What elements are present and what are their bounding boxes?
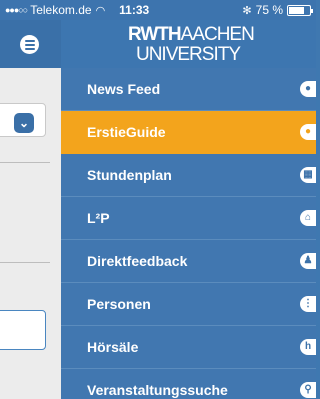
background-input-box[interactable] — [0, 310, 46, 350]
menu-line — [24, 39, 35, 42]
battery-icon — [287, 4, 313, 16]
menu-item-label: News Feed — [87, 81, 161, 97]
status-bar: ●●●○○ Telekom.de ◠ 11:33 ✻ 75 % — [0, 0, 316, 20]
bridge-icon: ⌂ — [300, 210, 316, 226]
speech-bubble-icon: ● — [300, 81, 316, 97]
app-header: RWTHAACHEN UNIVERSITY — [61, 20, 316, 68]
hamburger-menu-button[interactable] — [20, 35, 39, 54]
menu-item[interactable]: Direktfeedback ♟ — [61, 240, 316, 283]
signal-strength-icon: ●●●○○ — [5, 5, 28, 15]
search-icon: ⚲ — [300, 382, 316, 398]
menu-item-label: Personen — [87, 296, 151, 312]
chevron-down-icon[interactable]: ⌄ — [14, 113, 34, 133]
menu-item[interactable]: L²P ⌂ — [61, 197, 316, 240]
contact-icon: ⋮ — [300, 296, 316, 312]
navigation-menu: News Feed ● ErstieGuide ● Stundenplan ▦ L²P ⌂ Di… — [61, 68, 316, 399]
menu-item-label: Hörsäle — [87, 339, 139, 355]
logo-university-text: UNIVERSITY — [135, 44, 241, 65]
menu-line — [24, 47, 35, 50]
rwth-aachen-logo: RWTHAACHEN UNIVERSITY — [128, 24, 255, 65]
calendar-icon: ▦ — [300, 167, 316, 183]
menu-item[interactable]: ErstieGuide ● — [61, 111, 316, 154]
menu-item[interactable]: Personen ⋮ — [61, 283, 316, 326]
menu-item-label: Direktfeedback — [87, 253, 188, 269]
menu-item[interactable]: Veranstaltungssuche ⚲ — [61, 369, 316, 399]
battery-level — [289, 6, 304, 14]
menu-line — [24, 43, 35, 46]
wifi-icon: ◠ — [95, 4, 106, 17]
background-page: ⌄ — [0, 68, 61, 399]
menu-item-label: Veranstaltungssuche — [87, 382, 228, 398]
logo-rwth-text: RWTH — [128, 24, 182, 45]
menu-item-label: Stundenplan — [87, 167, 172, 183]
menu-item[interactable]: Hörsäle h — [61, 326, 316, 369]
divider — [0, 162, 50, 163]
clock: 11:33 — [119, 3, 150, 17]
lecture-hall-icon: h — [300, 339, 316, 355]
menu-item[interactable]: News Feed ● — [61, 68, 316, 111]
divider — [0, 262, 50, 263]
menu-item-label: ErstieGuide — [87, 124, 166, 140]
left-header — [0, 20, 61, 68]
speech-bubble-icon: ● — [300, 124, 316, 140]
logo-aachen-text: AACHEN — [180, 24, 255, 45]
menu-item[interactable]: Stundenplan ▦ — [61, 154, 316, 197]
person-icon: ♟ — [300, 253, 316, 269]
menu-item-label: L²P — [87, 210, 110, 226]
carrier-name: Telekom.de — [30, 3, 92, 17]
battery-percentage: 75 % — [255, 3, 283, 17]
bluetooth-icon: ✻ — [242, 4, 252, 17]
